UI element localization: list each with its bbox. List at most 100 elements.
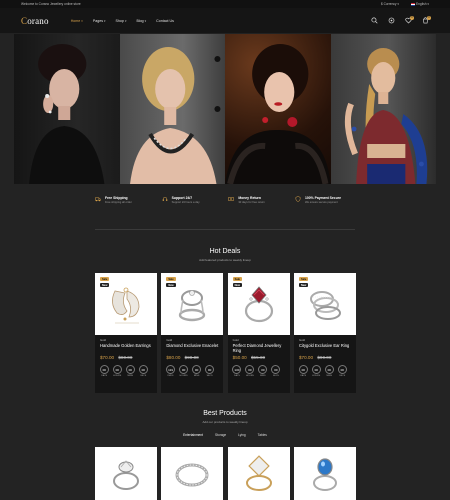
settings-icon[interactable]	[387, 17, 395, 25]
current-price: $70.00	[100, 355, 115, 360]
headset-icon	[162, 196, 168, 202]
cart-icon[interactable]: 0	[421, 15, 431, 25]
tab-lying[interactable]: Lying	[238, 433, 246, 437]
product-card[interactable]	[161, 447, 224, 500]
nav-shop[interactable]: Shop ▾	[116, 19, 127, 23]
tab-storage[interactable]: Storage	[215, 433, 226, 437]
nav-home-label: Home	[70, 18, 81, 23]
feature-subtitle: We ensure secure payment	[304, 201, 338, 204]
wishlist-icon[interactable]: 0	[404, 15, 414, 25]
countdown-value: 00	[337, 365, 347, 374]
countdown-label: DAYS	[234, 375, 240, 377]
hero-image-4	[330, 34, 436, 184]
nav-blog[interactable]: Blog ▾	[136, 19, 146, 23]
countdown-value: 00	[112, 365, 122, 374]
search-icon[interactable]	[370, 17, 378, 25]
countdown-label: HOURS	[113, 375, 122, 377]
sale-badge: Sale	[100, 277, 110, 282]
old-price: $90.00	[184, 355, 199, 360]
flag-icon	[411, 2, 416, 6]
countdown-label: HOURS	[245, 375, 254, 377]
product-card[interactable]	[293, 447, 356, 500]
product-card[interactable]: Sale New Gold Handmade Golden Earrings $…	[95, 273, 157, 393]
countdown-value: 00	[205, 365, 215, 374]
feature-subtitle: Free shipping all order	[105, 201, 132, 204]
currency-label: $ Currency	[380, 2, 397, 6]
hero-image-2	[119, 34, 225, 184]
hot-deals-grid: Sale New Gold Handmade Golden Earrings $…	[95, 273, 356, 393]
welcome-text: Welcome to Corano Jewellery online store	[21, 2, 81, 6]
countdown-timer: 130 DAYS 00 HOURS 00 MINS 00 SECS	[228, 360, 290, 377]
cart-count: 0	[427, 15, 431, 20]
chevron-down-icon: ▾	[104, 18, 106, 23]
product-name[interactable]: Perfect Diamond Jewellery Ring	[228, 342, 290, 353]
product-card[interactable]: Sale New Gold Diamond Exclusive Enacelet…	[161, 273, 224, 393]
product-category: Gold	[100, 338, 106, 342]
current-price: $70.00	[298, 355, 314, 360]
product-card[interactable]	[227, 447, 290, 500]
countdown-label: DAYS	[167, 375, 174, 377]
truck-icon	[95, 196, 101, 202]
feature-subtitle: Support 24 hours a day	[171, 201, 200, 204]
countdown-label: SECS	[272, 375, 279, 377]
currency-selector[interactable]: $ Currency ▾	[381, 2, 399, 6]
nav-home[interactable]: Home ▾	[71, 19, 83, 23]
logo-text: orano	[27, 15, 49, 26]
product-image	[113, 460, 139, 490]
hero-banner[interactable]	[14, 34, 436, 184]
money-icon	[228, 196, 235, 202]
product-image[interactable]: Sale New	[293, 273, 356, 335]
countdown-unit: 00 HOURS	[112, 365, 123, 377]
language-selector[interactable]: English ▾	[411, 2, 429, 6]
nav-contact[interactable]: Contact Us	[156, 19, 174, 23]
tab-entertainment[interactable]: Entertainment	[183, 433, 203, 437]
product-card[interactable]	[95, 447, 157, 500]
product-price: $70.00 $80.00	[95, 353, 157, 360]
countdown-unit: 00 MINS	[324, 365, 335, 377]
nav-pages[interactable]: Pages ▾	[93, 19, 106, 23]
language-label: English	[416, 2, 427, 6]
nav-shop-label: Shop	[115, 18, 124, 23]
countdown-value: 00	[324, 365, 334, 374]
shield-icon	[295, 196, 301, 202]
countdown-unit: 00 HOURS	[245, 365, 256, 377]
new-badge: New	[100, 283, 110, 288]
product-image[interactable]: Sale New	[161, 273, 224, 335]
countdown-unit: 00 DAYS	[298, 365, 309, 377]
countdown-unit: 00 SECS	[271, 365, 282, 377]
countdown-timer: 00 DAYS 00 HOURS 00 MINS 00 SECS	[95, 360, 157, 377]
product-name[interactable]: Citygold Exclusive Ear Ring	[294, 342, 356, 353]
section-divider	[95, 229, 355, 230]
product-image[interactable]: Sale New	[227, 273, 290, 335]
nav-contact-label: Contact Us	[156, 18, 174, 23]
product-card[interactable]: Sale New Gold Citygold Exclusive Ear Rin…	[293, 273, 356, 393]
countdown-unit: 130 DAYS	[232, 365, 243, 377]
feature-title: Money Return	[238, 196, 261, 200]
hot-deals-title: Hot Deals	[209, 248, 241, 255]
tab-tables[interactable]: Tables	[258, 433, 267, 437]
feature-title: Free Shipping	[105, 196, 128, 200]
product-name[interactable]: Handmade Golden Earrings	[95, 342, 157, 353]
current-price: $50.00	[232, 355, 247, 360]
logo[interactable]: Corano	[21, 16, 49, 26]
new-badge: New	[232, 283, 242, 288]
chevron-down-icon: ▾	[144, 18, 147, 23]
new-badge: New	[166, 283, 176, 288]
hot-deals-subtitle: Add featured products to weekly lineup	[199, 258, 251, 262]
countdown-label: DAYS	[101, 375, 108, 377]
product-card[interactable]: Sale New Gold Perfect Diamond Jewellery …	[227, 273, 290, 393]
countdown-label: MINS	[260, 375, 266, 377]
top-bar: Welcome to Corano Jewellery online store…	[0, 0, 450, 8]
countdown-label: DAYS	[300, 375, 307, 377]
current-price: $80.00	[166, 355, 181, 360]
product-tabs: Entertainment Storage Lying Tables	[0, 433, 450, 437]
product-price: $50.00 $55.00	[228, 353, 290, 360]
product-image	[312, 458, 337, 491]
product-name[interactable]: Diamond Exclusive Enacelet	[161, 342, 223, 353]
countdown-unit: 00 DAYS	[99, 365, 110, 377]
countdown-value: 00	[245, 365, 255, 374]
countdown-unit: 00 MINS	[258, 365, 269, 377]
main-header: Corano Home ▾ Pages ▾ Shop ▾ Blog ▾ Cont…	[0, 8, 450, 34]
product-image[interactable]: Sale New	[95, 273, 157, 335]
countdown-value: 00	[179, 365, 189, 374]
